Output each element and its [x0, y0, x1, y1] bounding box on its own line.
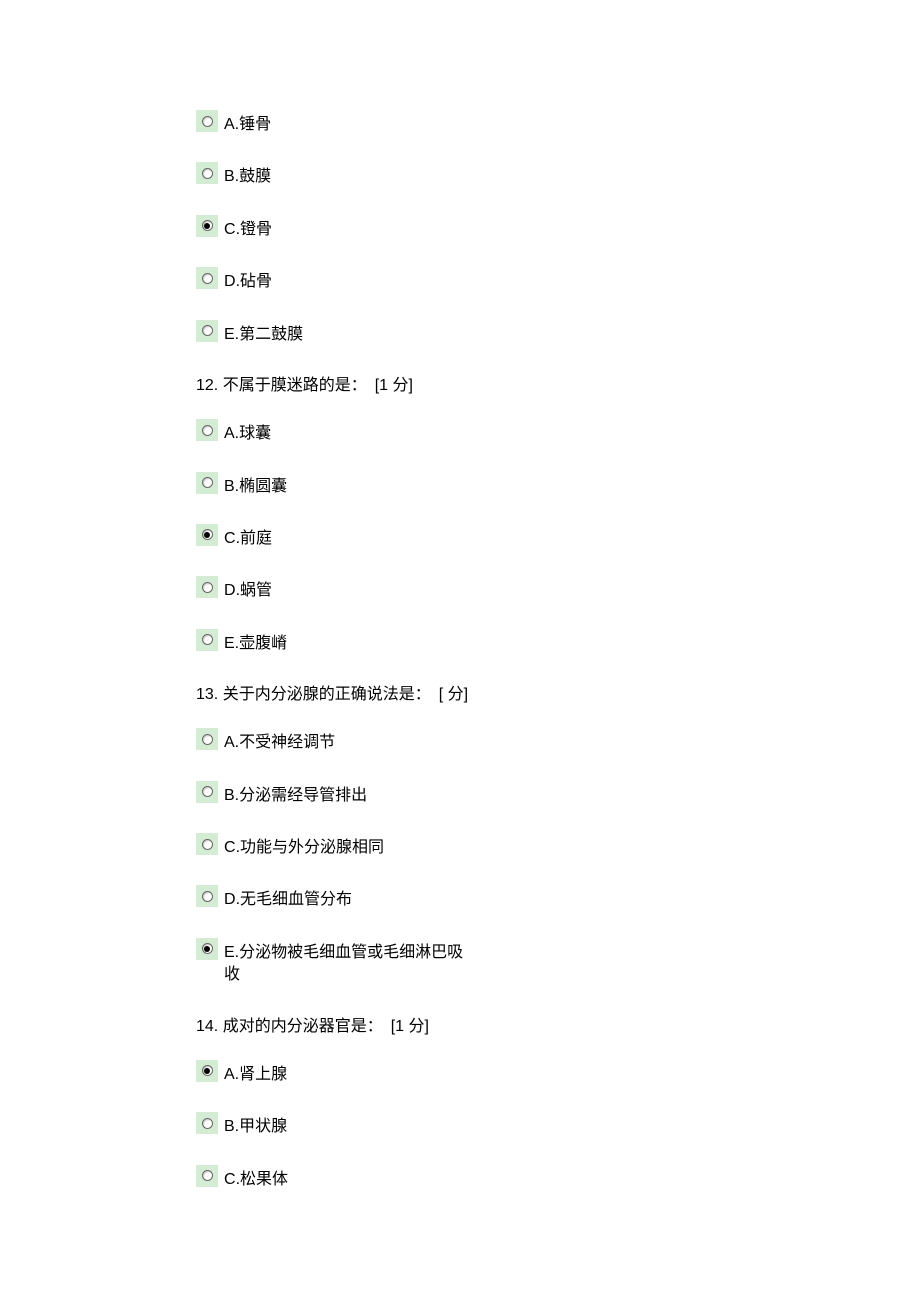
- radio-unselected-icon: [202, 634, 213, 645]
- radio-button[interactable]: [196, 885, 218, 907]
- radio-unselected-icon: [202, 734, 213, 745]
- option-label: A.锤骨: [224, 110, 271, 136]
- option-label: A.肾上腺: [224, 1060, 287, 1086]
- option-row: A.不受神经调节: [196, 728, 496, 754]
- radio-button[interactable]: [196, 472, 218, 494]
- option-row: C.镫骨: [196, 215, 496, 241]
- radio-button[interactable]: [196, 524, 218, 546]
- option-row: D.砧骨: [196, 267, 496, 293]
- radio-unselected-icon: [202, 425, 213, 436]
- option-label: D.蜗管: [224, 576, 272, 602]
- radio-button[interactable]: [196, 267, 218, 289]
- radio-button[interactable]: [196, 833, 218, 855]
- radio-button[interactable]: [196, 320, 218, 342]
- option-label: B.甲状腺: [224, 1112, 287, 1138]
- option-row: B.甲状腺: [196, 1112, 496, 1138]
- option-row: A.肾上腺: [196, 1060, 496, 1086]
- radio-selected-icon: [202, 529, 213, 540]
- radio-button[interactable]: [196, 1060, 218, 1082]
- radio-button[interactable]: [196, 215, 218, 237]
- radio-button[interactable]: [196, 938, 218, 960]
- option-row: A.锤骨: [196, 110, 496, 136]
- radio-button[interactable]: [196, 781, 218, 803]
- option-row: E.第二鼓膜: [196, 320, 496, 346]
- radio-selected-icon: [202, 943, 213, 954]
- radio-unselected-icon: [202, 273, 213, 284]
- radio-unselected-icon: [202, 1170, 213, 1181]
- option-label: E.分泌物被毛细血管或毛细淋巴吸收: [224, 938, 474, 987]
- option-row: B.椭圆囊: [196, 472, 496, 498]
- radio-selected-icon: [202, 220, 213, 231]
- question-stem: 12. 不属于膜迷路的是： [1 分]: [196, 372, 476, 399]
- radio-button[interactable]: [196, 1112, 218, 1134]
- option-label: D.砧骨: [224, 267, 272, 293]
- radio-unselected-icon: [202, 891, 213, 902]
- radio-button[interactable]: [196, 728, 218, 750]
- option-label: B.鼓膜: [224, 162, 271, 188]
- radio-button[interactable]: [196, 162, 218, 184]
- option-row: E.分泌物被毛细血管或毛细淋巴吸收: [196, 938, 496, 987]
- radio-unselected-icon: [202, 839, 213, 850]
- option-label: B.分泌需经导管排出: [224, 781, 367, 807]
- option-label: B.椭圆囊: [224, 472, 287, 498]
- radio-unselected-icon: [202, 477, 213, 488]
- radio-unselected-icon: [202, 582, 213, 593]
- radio-unselected-icon: [202, 786, 213, 797]
- option-row: B.分泌需经导管排出: [196, 781, 496, 807]
- option-label: A.球囊: [224, 419, 271, 445]
- option-label: A.不受神经调节: [224, 728, 335, 754]
- option-label: C.功能与外分泌腺相同: [224, 833, 384, 859]
- question-stem: 13. 关于内分泌腺的正确说法是： [ 分]: [196, 681, 486, 708]
- option-row: C.松果体: [196, 1165, 496, 1191]
- option-row: B.鼓膜: [196, 162, 496, 188]
- radio-button[interactable]: [196, 576, 218, 598]
- option-row: E.壶腹嵴: [196, 629, 496, 655]
- radio-button[interactable]: [196, 110, 218, 132]
- option-row: D.无毛细血管分布: [196, 885, 496, 911]
- radio-unselected-icon: [202, 168, 213, 179]
- radio-button[interactable]: [196, 419, 218, 441]
- radio-button[interactable]: [196, 1165, 218, 1187]
- option-label: D.无毛细血管分布: [224, 885, 352, 911]
- option-row: A.球囊: [196, 419, 496, 445]
- option-row: D.蜗管: [196, 576, 496, 602]
- option-label: E.壶腹嵴: [224, 629, 287, 655]
- question-stem: 14. 成对的内分泌器官是： [1 分]: [196, 1013, 476, 1040]
- option-label: C.镫骨: [224, 215, 272, 241]
- option-label: C.松果体: [224, 1165, 288, 1191]
- option-row: C.前庭: [196, 524, 496, 550]
- option-label: C.前庭: [224, 524, 272, 550]
- radio-unselected-icon: [202, 1118, 213, 1129]
- radio-selected-icon: [202, 1065, 213, 1076]
- option-label: E.第二鼓膜: [224, 320, 303, 346]
- radio-unselected-icon: [202, 116, 213, 127]
- option-row: C.功能与外分泌腺相同: [196, 833, 496, 859]
- radio-unselected-icon: [202, 325, 213, 336]
- radio-button[interactable]: [196, 629, 218, 651]
